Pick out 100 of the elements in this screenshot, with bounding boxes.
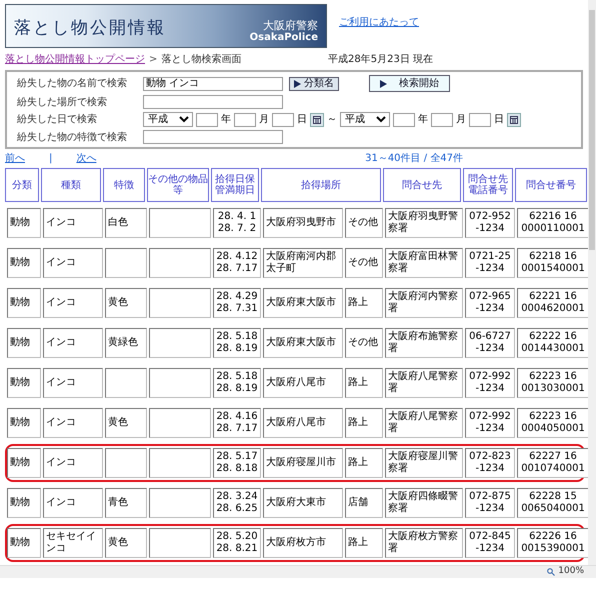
table-cell: 大阪府寝屋川警察署 <box>385 448 463 478</box>
table-cell: インコ <box>43 448 103 478</box>
table-cell: 28. 5.20 28. 8.21 <box>213 528 261 558</box>
search-label: 紛失した物の名前で検索 <box>17 78 128 89</box>
table-cell: 黄色 <box>105 408 147 438</box>
year-field[interactable] <box>196 112 218 126</box>
zoom-level: 100% <box>558 565 584 578</box>
table-cell: 62216 16 0000110001 <box>517 208 589 238</box>
zoom-icon <box>547 568 556 576</box>
calendar-icon <box>313 116 321 124</box>
table-cell: インコ <box>43 488 103 518</box>
name-field[interactable]: 動物 インコ <box>143 76 283 90</box>
table-cell <box>149 288 211 318</box>
era-select[interactable]: 平成 <box>143 112 193 127</box>
table-cell <box>149 408 211 438</box>
table-cell: インコ <box>43 408 103 438</box>
table-cell: 28. 4.12 28. 7.17 <box>213 248 261 278</box>
month-field[interactable] <box>234 112 256 126</box>
search-label: 紛失した物の特徴で検索 <box>17 132 128 142</box>
table-cell: 黄緑色 <box>105 328 147 358</box>
day-field[interactable] <box>272 112 294 126</box>
table-cell: 大阪府羽曳野警察署 <box>385 208 463 238</box>
table-cell: 28. 5.18 28. 8.19 <box>213 368 261 398</box>
column-header: 拾得場所 <box>261 168 381 202</box>
table-cell: 62226 16 0015390001 <box>517 528 589 558</box>
table-cell: 072-965-1234 <box>465 288 515 318</box>
table-cell: 動物 <box>7 488 41 518</box>
table-cell: インコ <box>43 248 103 278</box>
table-cell: 62221 16 0004620001 <box>517 288 589 318</box>
column-header: 特徴 <box>103 168 145 202</box>
table-cell: 28. 4.29 28. 7.31 <box>213 288 261 318</box>
column-header: 種類 <box>41 168 101 202</box>
column-header: 問合せ先電話番号 <box>463 168 513 202</box>
table-cell: 動物 <box>7 208 41 238</box>
date-unit: 年 <box>221 113 231 127</box>
site-title: 落とし物公開情報 <box>14 16 166 40</box>
era-select[interactable]: 平成 <box>340 112 390 127</box>
table-cell: その他 <box>345 248 383 278</box>
column-header: 分類 <box>5 168 39 202</box>
agency-english-name: OsakaPolice <box>250 32 318 43</box>
table-cell: 動物 <box>7 328 41 358</box>
range-separator: ～ <box>327 113 337 127</box>
date-unit: 日 <box>297 113 307 127</box>
table-cell: 動物 <box>7 368 41 398</box>
table-cell: 白色 <box>105 208 147 238</box>
table-cell: 28. 4. 1 28. 7. 2 <box>213 208 261 238</box>
table-cell: 28. 5.18 28. 8.19 <box>213 328 261 358</box>
usage-link[interactable]: ご利用にあたって <box>339 15 419 30</box>
table-cell: 動物 <box>7 248 41 278</box>
table-cell: 072-875-1234 <box>465 488 515 518</box>
year-field[interactable] <box>393 112 415 126</box>
table-cell <box>149 328 211 358</box>
table-cell <box>149 448 211 478</box>
place-field[interactable] <box>143 95 283 109</box>
agency-name: 大阪府警察 <box>263 20 318 32</box>
table-cell: その他 <box>345 208 383 238</box>
search-label: 紛失した日で検索 <box>17 114 98 125</box>
breadcrumb-link[interactable]: 落とし物公開情報トップページ <box>5 52 145 67</box>
table-cell: 動物 <box>7 288 41 318</box>
table-cell: 大阪府南河内郡太子町 <box>263 248 343 278</box>
table-cell: インコ <box>43 328 103 358</box>
table-cell <box>149 208 211 238</box>
next-link[interactable]: 次へ <box>76 151 96 166</box>
table-cell: 大阪府枚方警察署 <box>385 528 463 558</box>
breadcrumb-current: 落とし物検索画面 <box>161 52 242 67</box>
play-icon <box>294 80 301 88</box>
feature-field[interactable] <box>143 130 283 144</box>
table-cell: インコ <box>43 368 103 398</box>
day-field[interactable] <box>469 112 491 126</box>
table-cell: 072-952-1234 <box>465 208 515 238</box>
date-unit: 日 <box>494 113 504 127</box>
calendar-button[interactable] <box>310 112 324 126</box>
prev-link[interactable]: 前へ <box>5 151 25 166</box>
play-icon <box>380 80 387 88</box>
table-cell: 大阪府八尾警察署 <box>385 368 463 398</box>
column-header: 問合せ先 <box>383 168 461 202</box>
table-cell: 路上 <box>345 288 383 318</box>
table-cell: 大阪府布施警察署 <box>385 328 463 358</box>
date-unit: 月 <box>259 113 269 127</box>
scrollbar[interactable] <box>588 0 596 565</box>
table-cell: 大阪府大東市 <box>263 488 343 518</box>
table-cell: 62222 16 0014430001 <box>517 328 589 358</box>
table-cell: 28. 4.16 28. 7.17 <box>213 408 261 438</box>
table-cell: 06-6727-1234 <box>465 328 515 358</box>
table-cell: 0721-25-1234 <box>465 248 515 278</box>
table-cell: 大阪府八尾警察署 <box>385 408 463 438</box>
table-cell: 072-823-1234 <box>465 448 515 478</box>
category-button[interactable]: 分類名 <box>289 76 339 90</box>
table-cell: 青色 <box>105 488 147 518</box>
table-cell: 072-992-1234 <box>465 368 515 398</box>
calendar-icon <box>510 116 518 124</box>
table-cell: 路上 <box>345 448 383 478</box>
table-cell: 28. 5.17 28. 8.18 <box>213 448 261 478</box>
table-cell: 62227 16 0010740001 <box>517 448 589 478</box>
search-button[interactable]: 検索開始 <box>369 75 450 92</box>
table-cell <box>105 368 147 398</box>
table-cell <box>149 248 211 278</box>
table-cell: インコ <box>43 208 103 238</box>
calendar-button[interactable] <box>507 112 521 126</box>
month-field[interactable] <box>431 112 453 126</box>
